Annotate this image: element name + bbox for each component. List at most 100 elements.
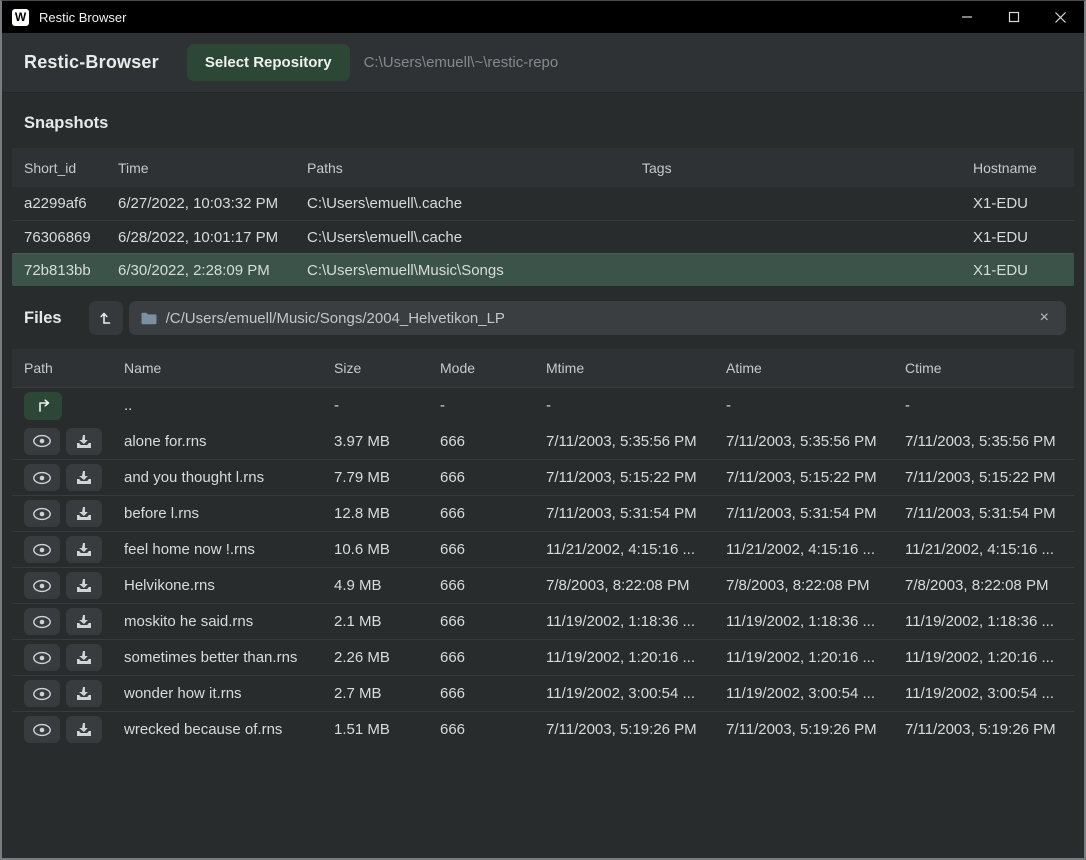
preview-file-button[interactable] [24,500,60,527]
preview-file-button[interactable] [24,572,60,599]
file-name: wonder how it.rns [124,685,334,702]
file-name: alone for.rns [124,433,334,450]
file-name: sometimes better than.rns [124,649,334,666]
file-ctime: 11/19/2002, 3:00:54 ... [905,685,1068,702]
close-button[interactable] [1037,1,1084,33]
download-file-button[interactable] [66,644,102,671]
go-up-button[interactable] [89,301,123,335]
download-file-button[interactable] [66,608,102,635]
column-header-hostname: Hostname [973,160,1068,176]
snapshot-time: 6/28/2022, 10:01:17 PM [118,229,307,246]
file-atime: 7/11/2003, 5:15:22 PM [726,469,905,486]
app-icon: W [12,9,29,26]
download-icon [76,578,92,593]
window-controls [943,1,1084,33]
file-atime: 11/19/2002, 1:18:36 ... [726,613,905,630]
download-icon [76,650,92,665]
file-row: wonder how it.rns2.7 MB66611/19/2002, 3:… [12,675,1074,711]
file-atime: 7/8/2003, 8:22:08 PM [726,577,905,594]
file-mode: 666 [440,649,546,666]
file-row: moskito he said.rns2.1 MB66611/19/2002, … [12,603,1074,639]
file-size: 3.97 MB [334,433,440,450]
titlebar: W Restic Browser [2,1,1084,33]
eye-icon [32,507,52,521]
clear-path-button[interactable]: × [1035,308,1054,328]
file-mode: 666 [440,541,546,558]
file-size: 4.9 MB [334,577,440,594]
preview-file-button[interactable] [24,716,60,743]
eye-icon [32,471,52,485]
download-file-button[interactable] [66,464,102,491]
file-name: Helvikone.rns [124,577,334,594]
file-size: 1.51 MB [334,721,440,738]
file-row: sometimes better than.rns2.26 MB66611/19… [12,639,1074,675]
file-actions [24,680,124,707]
column-header-mtime: Mtime [546,360,726,376]
file-mtime: 7/11/2003, 5:31:54 PM [546,505,726,522]
file-row: feel home now !.rns10.6 MB66611/21/2002,… [12,531,1074,567]
download-file-button[interactable] [66,716,102,743]
file-row: and you thought l.rns7.79 MB6667/11/2003… [12,459,1074,495]
folder-icon [141,312,157,325]
column-header-ctime: Ctime [905,360,1068,376]
select-repository-button[interactable]: Select Repository [187,44,350,81]
preview-file-button[interactable] [24,428,60,455]
file-atime: 7/11/2003, 5:31:54 PM [726,505,905,522]
enter-parent-directory-button[interactable] [24,392,62,420]
file-mode: 666 [440,721,546,738]
file-name: wrecked because of.rns [124,721,334,738]
file-mtime: 7/8/2003, 8:22:08 PM [546,577,726,594]
download-file-button[interactable] [66,428,102,455]
download-icon [76,470,92,485]
preview-file-button[interactable] [24,536,60,563]
file-actions [24,500,124,527]
download-icon [76,542,92,557]
file-name: .. [124,397,334,414]
window-title: Restic Browser [39,10,126,25]
clear-path-icon: × [1040,309,1049,326]
preview-file-button[interactable] [24,608,60,635]
eye-icon [32,543,52,557]
preview-file-button[interactable] [24,644,60,671]
snapshots-table-header: Short_id Time Paths Tags Hostname [12,148,1074,187]
download-file-button[interactable] [66,572,102,599]
file-atime: 11/19/2002, 3:00:54 ... [726,685,905,702]
maximize-button[interactable] [990,1,1037,33]
file-mtime: 11/19/2002, 1:18:36 ... [546,613,726,630]
snapshot-row[interactable]: a2299af66/27/2022, 10:03:32 PMC:\Users\e… [12,187,1074,220]
download-file-button[interactable] [66,680,102,707]
file-mtime: 11/21/2002, 4:15:16 ... [546,541,726,558]
file-size: - [334,397,440,414]
snapshot-hostname: X1-EDU [973,195,1068,212]
column-header-time: Time [118,160,307,176]
file-name: feel home now !.rns [124,541,334,558]
download-icon [76,614,92,629]
file-ctime: 11/19/2002, 1:18:36 ... [905,613,1068,630]
download-file-button[interactable] [66,536,102,563]
file-atime: 7/11/2003, 5:35:56 PM [726,433,905,450]
column-header-name: Name [124,360,334,376]
snapshot-row[interactable]: 72b813bb6/30/2022, 2:28:09 PMC:\Users\em… [12,253,1074,286]
file-actions [24,428,124,455]
file-mode: 666 [440,613,546,630]
column-header-short-id: Short_id [24,160,118,176]
snapshots-table: Short_id Time Paths Tags Hostname a2299a… [2,148,1084,286]
eye-icon [32,687,52,701]
file-actions [24,464,124,491]
column-header-tags: Tags [642,160,973,176]
file-row: alone for.rns3.97 MB6667/11/2003, 5:35:5… [12,423,1074,459]
current-path-input[interactable]: /C/Users/emuell/Music/Songs/2004_Helveti… [129,301,1066,335]
minimize-button[interactable] [943,1,990,33]
repository-path: C:\Users\emuell\~\restic-repo [364,54,559,71]
snapshot-row[interactable]: 763068696/28/2022, 10:01:17 PMC:\Users\e… [12,220,1074,253]
file-name: and you thought l.rns [124,469,334,486]
preview-file-button[interactable] [24,680,60,707]
snapshot-short-id: a2299af6 [24,195,118,212]
download-icon [76,722,92,737]
file-mode: 666 [440,469,546,486]
file-atime: - [726,397,905,414]
file-name: moskito he said.rns [124,613,334,630]
download-file-button[interactable] [66,500,102,527]
file-mode: 666 [440,577,546,594]
preview-file-button[interactable] [24,464,60,491]
